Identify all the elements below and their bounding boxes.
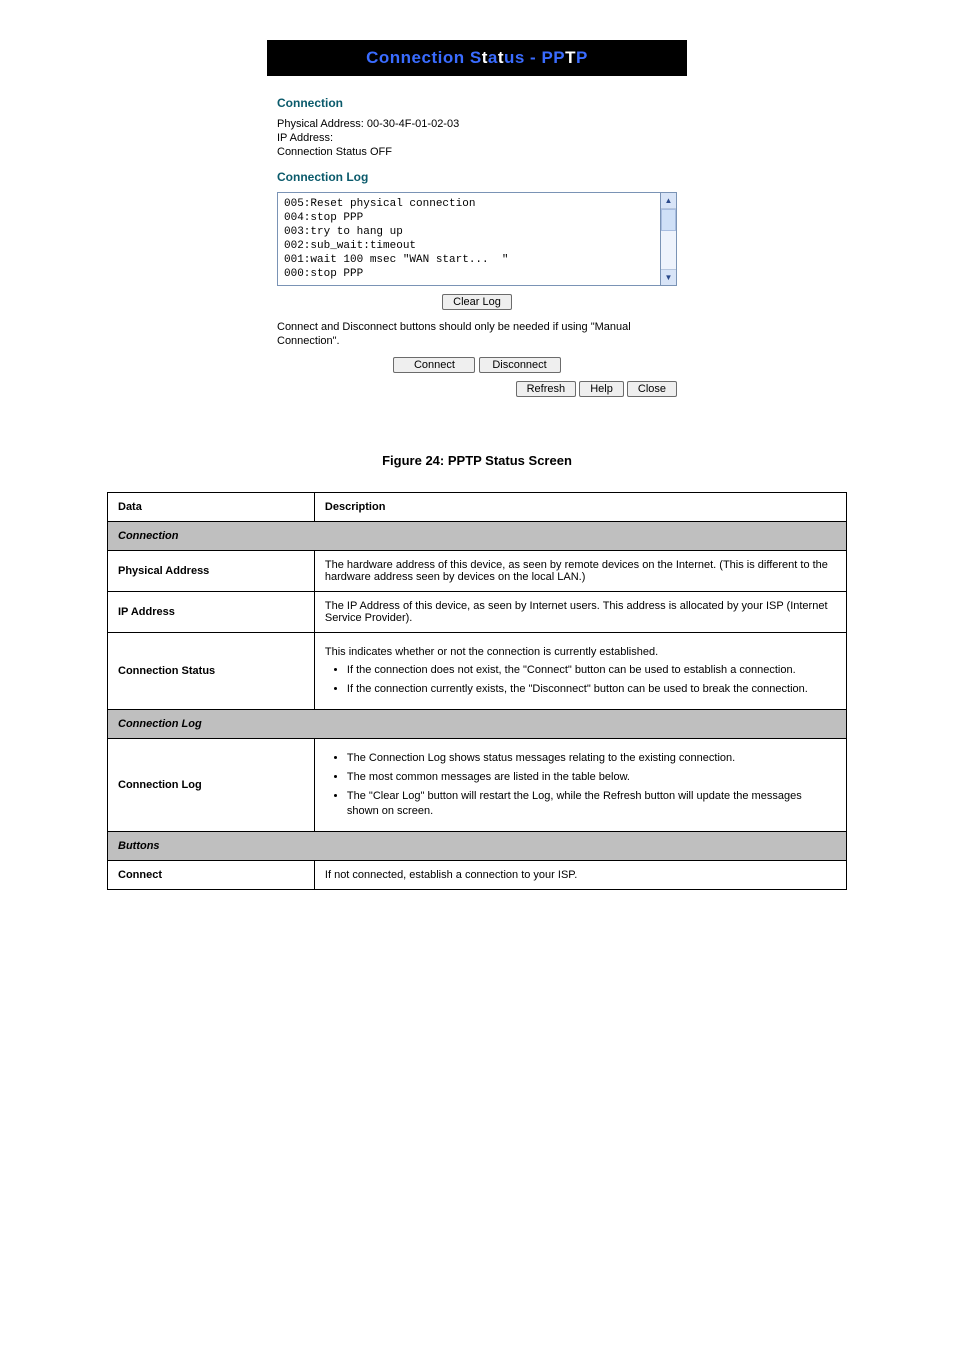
banner-white-t3: T <box>565 48 576 67</box>
conn-status-bullet-1: If the connection does not exist, the "C… <box>347 663 836 678</box>
cell-connect-desc: If not connected, establish a connection… <box>314 860 846 889</box>
connect-row: Connect Disconnect <box>277 357 677 373</box>
data-table: Data Description Connection Physical Add… <box>107 492 847 890</box>
section-log: Connection Log <box>277 170 677 184</box>
scroll-thumb[interactable] <box>661 209 676 231</box>
row-connect: Connect If not connected, establish a co… <box>108 860 847 889</box>
banner-text-c: us - PP <box>504 48 565 67</box>
disconnect-button[interactable]: Disconnect <box>479 357 561 373</box>
scroll-down-icon[interactable]: ▼ <box>661 269 676 285</box>
conn-log-bullet-3: The "Clear Log" button will restart the … <box>347 789 836 819</box>
connect-button[interactable]: Connect <box>393 357 475 373</box>
group-connection-label: Connection <box>108 521 847 550</box>
help-button[interactable]: Help <box>579 381 624 397</box>
cell-connection-log-desc: The Connection Log shows status messages… <box>314 739 846 831</box>
banner-text-b: a <box>488 48 498 67</box>
banner: Connection Status - PPTP <box>267 40 687 76</box>
banner-text-a: Connection S <box>366 48 482 67</box>
ip-address-line: IP Address: <box>277 132 677 144</box>
header-data: Data <box>108 492 315 521</box>
section-connection: Connection <box>277 96 677 110</box>
close-button[interactable]: Close <box>627 381 677 397</box>
group-connection-log: Connection Log <box>108 710 847 739</box>
cell-connect-label: Connect <box>108 860 315 889</box>
cell-ip-address-desc: The IP Address of this device, as seen b… <box>314 591 846 632</box>
cell-physical-address-label: Physical Address <box>108 550 315 591</box>
manual-connection-note: Connect and Disconnect buttons should on… <box>277 320 677 349</box>
conn-status-bullet-2: If the connection currently exists, the … <box>347 682 836 697</box>
scroll-up-icon[interactable]: ▲ <box>661 193 676 209</box>
screenshot-body: Connection Physical Address: 00-30-4F-01… <box>267 76 687 413</box>
group-connection-log-label: Connection Log <box>108 710 847 739</box>
group-buttons-label: Buttons <box>108 831 847 860</box>
row-connection-log: Connection Log The Connection Log shows … <box>108 739 847 831</box>
conn-status-list: If the connection does not exist, the "C… <box>325 663 836 697</box>
header-description: Description <box>314 492 846 521</box>
connection-status-line: Connection Status OFF <box>277 146 677 158</box>
log-area: 005:Reset physical connection 004:stop P… <box>277 192 677 286</box>
clear-log-row: Clear Log <box>277 294 677 310</box>
refresh-button[interactable]: Refresh <box>516 381 577 397</box>
banner-text-d: P <box>576 48 588 67</box>
row-ip-address: IP Address The IP Address of this device… <box>108 591 847 632</box>
cell-connection-status-desc: This indicates whether or not the connec… <box>314 632 846 710</box>
scroll-track[interactable] <box>661 209 676 269</box>
clear-log-button[interactable]: Clear Log <box>442 294 512 310</box>
row-physical-address: Physical Address The hardware address of… <box>108 550 847 591</box>
log-scrollbar[interactable]: ▲ ▼ <box>661 192 677 286</box>
status-screenshot: Connection Status - PPTP Connection Phys… <box>267 40 687 413</box>
group-buttons: Buttons <box>108 831 847 860</box>
row-connection-status: Connection Status This indicates whether… <box>108 632 847 710</box>
table-header-row: Data Description <box>108 492 847 521</box>
cell-ip-address-label: IP Address <box>108 591 315 632</box>
footer-buttons: Refresh Help Close <box>277 381 677 397</box>
cell-connection-status-label: Connection Status <box>108 632 315 710</box>
conn-status-intro: This indicates whether or not the connec… <box>325 645 836 660</box>
cell-connection-log-label: Connection Log <box>108 739 315 831</box>
conn-log-bullet-1: The Connection Log shows status messages… <box>347 751 836 766</box>
conn-log-bullet-2: The most common messages are listed in t… <box>347 770 836 785</box>
figure-caption: Figure 24: PPTP Status Screen <box>0 453 954 468</box>
log-textarea[interactable]: 005:Reset physical connection 004:stop P… <box>277 192 661 286</box>
cell-physical-address-desc: The hardware address of this device, as … <box>314 550 846 591</box>
group-connection: Connection <box>108 521 847 550</box>
conn-log-list: The Connection Log shows status messages… <box>325 751 836 818</box>
physical-address-line: Physical Address: 00-30-4F-01-02-03 <box>277 118 677 130</box>
